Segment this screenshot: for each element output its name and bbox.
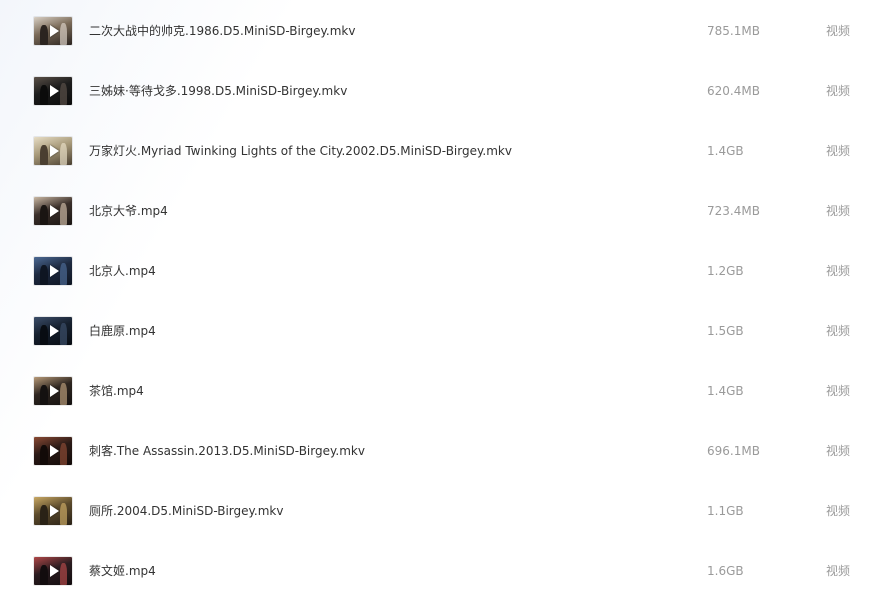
thumbnail-figure bbox=[40, 205, 48, 225]
thumbnail-figure bbox=[60, 83, 67, 105]
thumbnail-figure bbox=[40, 565, 48, 585]
file-row[interactable]: 三姊妹·等待戈多.1998.D5.MiniSD-Birgey.mkv 620.4M… bbox=[0, 60, 887, 120]
file-type: 视频 bbox=[826, 444, 851, 458]
thumbnail-figure bbox=[60, 263, 67, 285]
play-icon[interactable] bbox=[50, 445, 59, 457]
file-name[interactable]: 白鹿原.mp4 bbox=[89, 321, 156, 341]
file-name[interactable]: 茶馆.mp4 bbox=[89, 381, 144, 401]
file-row[interactable]: 厕所.2004.D5.MiniSD-Birgey.mkv 1.1GB 视频 bbox=[0, 480, 887, 540]
thumbnail-figure bbox=[40, 85, 48, 105]
thumbnail-figure bbox=[40, 505, 48, 525]
file-name[interactable]: 蔡文姬.mp4 bbox=[89, 561, 156, 581]
file-type: 视频 bbox=[826, 24, 851, 38]
file-size: 696.1MB bbox=[707, 444, 760, 458]
file-list: 二次大战中的帅克.1986.D5.MiniSD-Birgey.mkv 785.1M… bbox=[0, 0, 887, 601]
file-type: 视频 bbox=[826, 84, 851, 98]
file-size: 1.4GB bbox=[707, 144, 744, 158]
file-name[interactable]: 万家灯火.Myriad Twinking Lights of the City.… bbox=[89, 141, 512, 161]
thumbnail-figure bbox=[60, 143, 67, 165]
video-thumbnail[interactable] bbox=[34, 137, 72, 165]
thumbnail-figure bbox=[60, 383, 67, 405]
thumbnail-figure bbox=[60, 563, 67, 585]
file-name[interactable]: 厕所.2004.D5.MiniSD-Birgey.mkv bbox=[89, 501, 283, 521]
play-icon[interactable] bbox=[50, 325, 59, 337]
file-size: 1.1GB bbox=[707, 504, 744, 518]
file-row[interactable]: 刺客.The Assassin.2013.D5.MiniSD-Birgey.mk… bbox=[0, 420, 887, 480]
file-type: 视频 bbox=[826, 504, 851, 518]
file-size: 723.4MB bbox=[707, 204, 760, 218]
play-icon[interactable] bbox=[50, 565, 59, 577]
thumbnail-figure bbox=[60, 503, 67, 525]
video-thumbnail[interactable] bbox=[34, 377, 72, 405]
play-icon[interactable] bbox=[50, 385, 59, 397]
file-name[interactable]: 刺客.The Assassin.2013.D5.MiniSD-Birgey.mk… bbox=[89, 441, 365, 461]
thumbnail-figure bbox=[60, 323, 67, 345]
video-thumbnail[interactable] bbox=[34, 17, 72, 45]
thumbnail-figure bbox=[40, 145, 48, 165]
file-name[interactable]: 二次大战中的帅克.1986.D5.MiniSD-Birgey.mkv bbox=[89, 21, 355, 41]
file-row[interactable]: 白鹿原.mp4 1.5GB 视频 bbox=[0, 300, 887, 360]
video-thumbnail[interactable] bbox=[34, 497, 72, 525]
play-icon[interactable] bbox=[50, 85, 59, 97]
file-size: 1.5GB bbox=[707, 324, 744, 338]
file-size: 620.4MB bbox=[707, 84, 760, 98]
file-name[interactable]: 三姊妹·等待戈多.1998.D5.MiniSD-Birgey.mkv bbox=[89, 81, 347, 101]
play-icon[interactable] bbox=[50, 145, 59, 157]
file-size: 785.1MB bbox=[707, 24, 760, 38]
file-name[interactable]: 北京大爷.mp4 bbox=[89, 201, 168, 221]
thumbnail-figure bbox=[60, 443, 67, 465]
file-type: 视频 bbox=[826, 324, 851, 338]
file-row[interactable]: 茶馆.mp4 1.4GB 视频 bbox=[0, 360, 887, 420]
video-thumbnail[interactable] bbox=[34, 317, 72, 345]
file-size: 1.6GB bbox=[707, 564, 744, 578]
thumbnail-figure bbox=[60, 23, 67, 45]
video-thumbnail[interactable] bbox=[34, 77, 72, 105]
thumbnail-figure bbox=[40, 445, 48, 465]
play-icon[interactable] bbox=[50, 265, 59, 277]
play-icon[interactable] bbox=[50, 505, 59, 517]
video-thumbnail[interactable] bbox=[34, 257, 72, 285]
file-row[interactable]: 蔡文姬.mp4 1.6GB 视频 bbox=[0, 540, 887, 600]
file-row[interactable]: 万家灯火.Myriad Twinking Lights of the City.… bbox=[0, 120, 887, 180]
file-type: 视频 bbox=[826, 564, 851, 578]
file-type: 视频 bbox=[826, 264, 851, 278]
file-type: 视频 bbox=[826, 144, 851, 158]
file-row[interactable]: 北京大爷.mp4 723.4MB 视频 bbox=[0, 180, 887, 240]
play-icon[interactable] bbox=[50, 205, 59, 217]
play-icon[interactable] bbox=[50, 25, 59, 37]
file-row[interactable]: 北京人.mp4 1.2GB 视频 bbox=[0, 240, 887, 300]
video-thumbnail[interactable] bbox=[34, 557, 72, 585]
thumbnail-figure bbox=[40, 385, 48, 405]
file-name[interactable]: 北京人.mp4 bbox=[89, 261, 156, 281]
video-thumbnail[interactable] bbox=[34, 437, 72, 465]
video-thumbnail[interactable] bbox=[34, 197, 72, 225]
file-type: 视频 bbox=[826, 384, 851, 398]
thumbnail-figure bbox=[40, 325, 48, 345]
file-size: 1.2GB bbox=[707, 264, 744, 278]
file-type: 视频 bbox=[826, 204, 851, 218]
file-row[interactable]: 二次大战中的帅克.1986.D5.MiniSD-Birgey.mkv 785.1M… bbox=[0, 0, 887, 60]
thumbnail-figure bbox=[40, 25, 48, 45]
file-size: 1.4GB bbox=[707, 384, 744, 398]
thumbnail-figure bbox=[60, 203, 67, 225]
thumbnail-figure bbox=[40, 265, 48, 285]
